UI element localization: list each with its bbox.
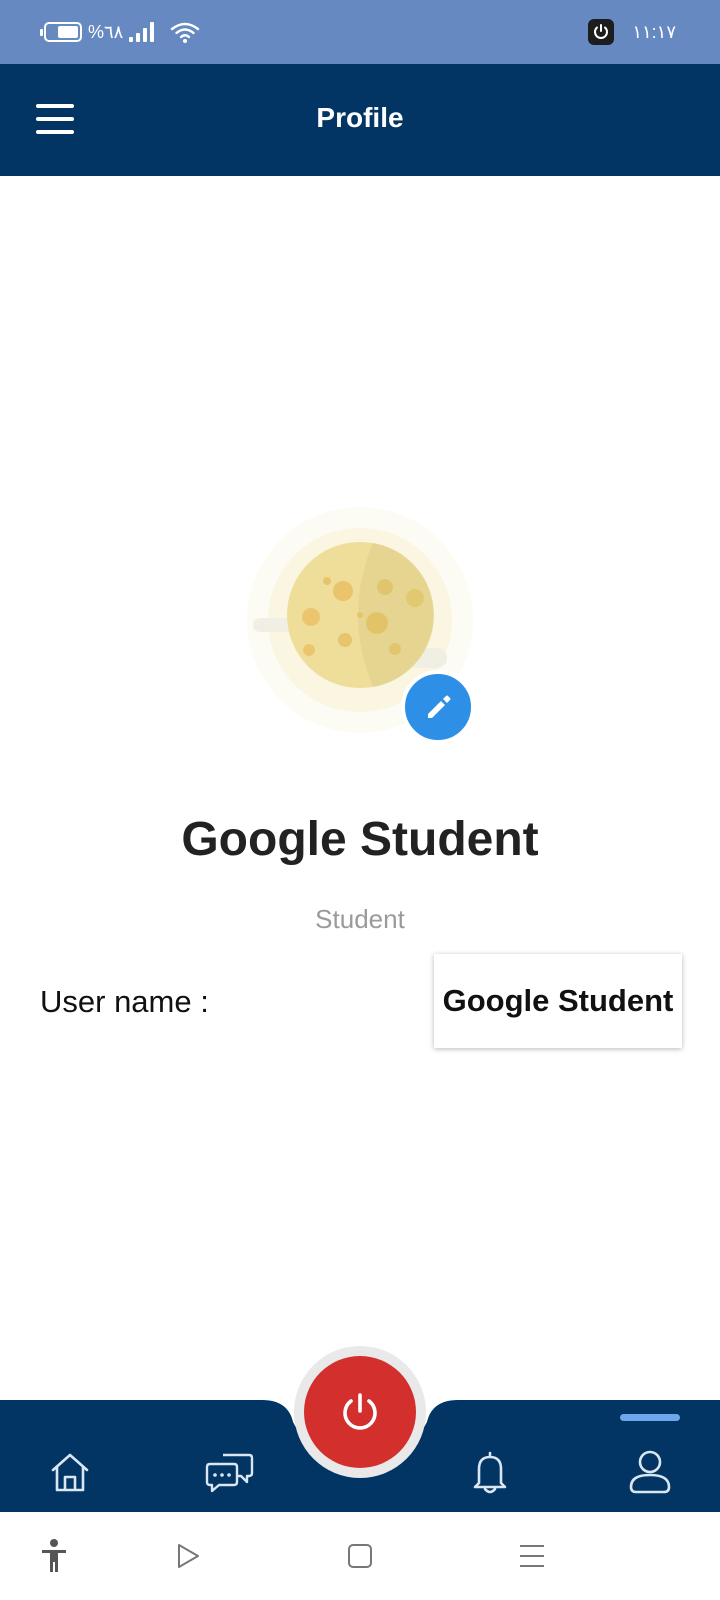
pencil-icon — [428, 695, 451, 718]
menu-lines-icon — [520, 1545, 544, 1567]
profile-role: Student — [315, 904, 405, 934]
status-bar: %٦٨ ١١:١٧ — [0, 0, 720, 64]
username-field[interactable]: Google Student — [434, 954, 682, 1048]
page-title: Profile — [316, 102, 404, 133]
system-recents-button[interactable] — [510, 1534, 554, 1578]
battery-level-fill — [58, 26, 78, 38]
power-icon — [343, 1393, 377, 1430]
bell-icon — [473, 1451, 507, 1494]
nav-chat[interactable] — [200, 1444, 260, 1500]
status-right-group: ١١:١٧ — [588, 18, 676, 46]
nav-profile[interactable] — [620, 1444, 680, 1500]
signal-icon — [129, 22, 155, 42]
chat-icon — [205, 1453, 254, 1493]
system-home-button[interactable] — [338, 1534, 382, 1578]
status-time: ١١:١٧ — [632, 21, 676, 42]
wifi-icon — [171, 22, 200, 43]
active-tab-indicator — [620, 1414, 680, 1421]
power-button[interactable] — [304, 1356, 416, 1468]
battery-icon — [40, 22, 82, 42]
accessibility-icon — [42, 1539, 66, 1572]
profile-icon — [629, 1450, 671, 1494]
accessibility-button[interactable] — [32, 1534, 76, 1578]
nav-notifications[interactable] — [460, 1444, 520, 1500]
app-header: Profile — [0, 64, 720, 176]
profile-name: Google Student — [181, 813, 539, 866]
edit-avatar-button[interactable] — [401, 670, 475, 744]
battery-percent: %٦٨ — [88, 21, 124, 42]
home-icon — [51, 1453, 89, 1492]
square-icon — [348, 1544, 372, 1568]
username-label: User name : — [40, 984, 209, 1019]
power-notification-icon — [588, 19, 615, 45]
system-navigation-bar — [0, 1512, 720, 1600]
play-icon — [178, 1544, 199, 1568]
system-back-button[interactable] — [166, 1534, 210, 1578]
nav-home[interactable] — [40, 1444, 100, 1500]
status-left-group: %٦٨ — [40, 18, 200, 46]
